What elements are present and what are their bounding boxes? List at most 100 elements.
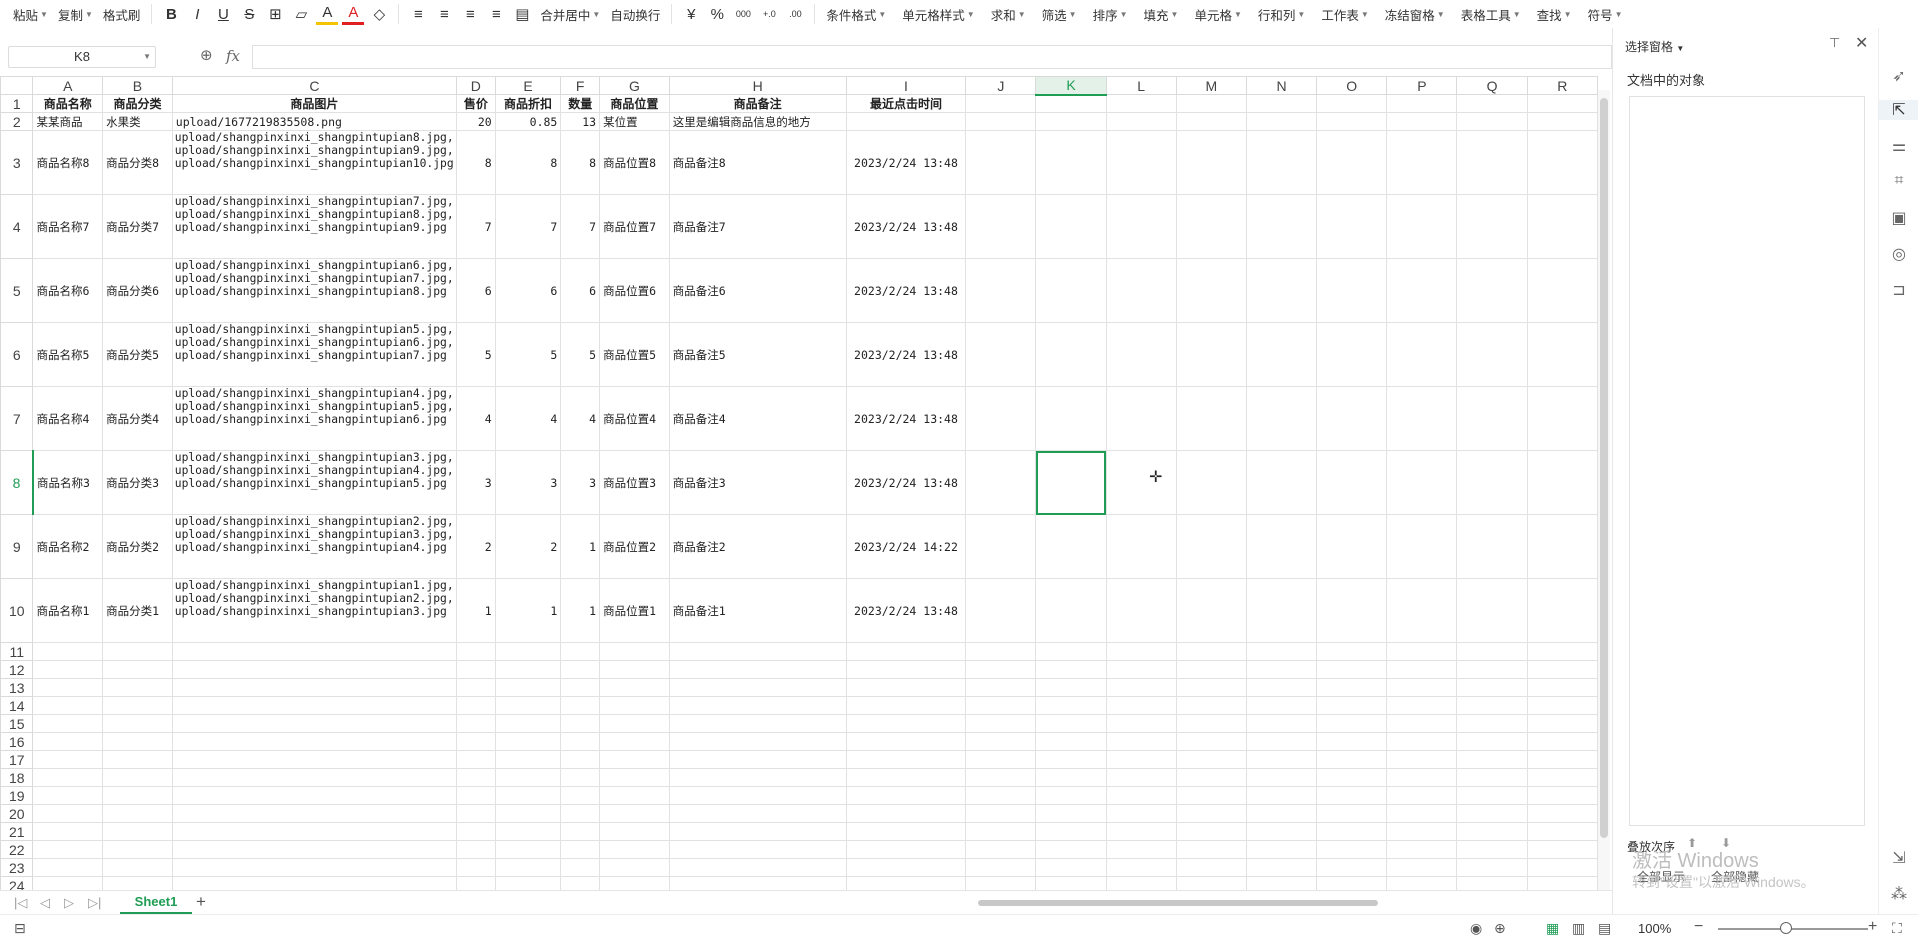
table-cell[interactable] [1526,130,1598,195]
table-cell[interactable] [1175,732,1247,751]
column-header-m[interactable]: M [1175,76,1247,95]
table-cell[interactable] [599,660,670,679]
row-header[interactable]: 8 [0,450,34,515]
table-cell[interactable] [1316,750,1388,769]
next-sheet-icon[interactable]: ▷ [64,895,74,911]
table-cell[interactable] [102,822,173,841]
row-header[interactable]: 5 [0,258,34,323]
table-cell[interactable] [1175,840,1247,859]
table-cell[interactable] [599,876,670,890]
normal-view-icon[interactable]: ▦ [1546,920,1559,937]
table-cell[interactable] [1245,258,1318,323]
table-cell[interactable] [455,786,496,805]
row-header[interactable]: 13 [0,678,34,697]
fill-icon[interactable]: ▱ [290,3,312,25]
table-cell[interactable] [1456,514,1528,579]
row-header[interactable]: 18 [0,768,34,787]
table-cell[interactable]: 2023/2/24 13:48 [845,130,967,195]
column-header-b[interactable]: B [102,76,173,95]
book-icon[interactable]: ⊐ [1879,280,1918,300]
column-header-f[interactable]: F [560,76,601,95]
increase-decimal-icon[interactable]: +.0 [758,3,780,25]
table-cell[interactable] [1035,696,1107,715]
table-cell[interactable] [1386,750,1458,769]
decrease-decimal-icon[interactable]: .00 [784,3,806,25]
table-cell[interactable]: 商品分类6 [102,258,173,323]
table-cell[interactable] [1035,750,1107,769]
add-sheet-button[interactable]: + [196,892,206,912]
table-cell[interactable]: 2023/2/24 13:48 [845,386,967,451]
ribbon-button[interactable]: 填充 ▼ [1139,3,1184,25]
crop-icon[interactable]: ⌗ [1879,172,1918,190]
table-cell[interactable] [1035,804,1107,823]
row-header[interactable]: 20 [0,804,34,823]
table-cell[interactable] [1316,858,1388,877]
table-cell[interactable] [1175,804,1247,823]
table-cell[interactable] [102,732,173,751]
clear-icon[interactable]: ◇ [368,3,390,25]
prev-sheet-icon[interactable]: ◁ [40,895,50,911]
table-cell[interactable] [1035,194,1107,259]
italic-icon[interactable]: I [186,3,208,25]
table-cell[interactable] [1035,322,1107,387]
table-cell[interactable] [171,840,457,859]
table-cell[interactable] [1105,732,1177,751]
table-cell[interactable] [965,714,1037,733]
zoom-formula-icon[interactable]: ⊕ [200,46,213,64]
active-cell[interactable] [1035,450,1107,515]
column-header-n[interactable]: N [1245,76,1318,95]
pin-icon[interactable]: ⊤ [1829,35,1840,51]
table-cell[interactable] [1245,714,1318,733]
table-cell[interactable] [494,660,562,679]
eye-protection-icon[interactable]: ◉ [1470,920,1482,937]
table-cell[interactable] [1105,194,1177,259]
table-cell[interactable] [1175,578,1247,643]
table-cell[interactable] [455,732,496,751]
table-cell[interactable] [1526,804,1598,823]
table-header-cell[interactable] [1105,94,1177,113]
table-cell[interactable] [1456,732,1528,751]
table-cell[interactable] [1386,112,1458,131]
table-cell[interactable]: 商品分类1 [102,578,173,643]
table-cell[interactable]: 某位置 [599,112,670,131]
table-cell[interactable] [1316,112,1388,131]
table-cell[interactable] [171,858,457,877]
table-cell[interactable] [102,804,173,823]
table-cell[interactable] [1386,642,1458,661]
table-cell[interactable] [1316,258,1388,323]
table-cell[interactable] [1316,786,1388,805]
row-header[interactable]: 19 [0,786,34,805]
table-cell[interactable] [845,876,967,890]
table-cell[interactable] [1386,322,1458,387]
table-cell[interactable] [1105,822,1177,841]
table-cell[interactable]: 8 [560,130,601,195]
row-header[interactable]: 6 [0,322,34,387]
table-cell[interactable] [1035,660,1107,679]
table-cell[interactable] [1316,714,1388,733]
table-cell[interactable]: upload/shangpinxinxi_shangpintupian8.jpg… [171,130,457,195]
table-cell[interactable] [1175,678,1247,697]
border-icon[interactable]: ⊞ [264,3,286,25]
table-cell[interactable] [668,804,847,823]
table-cell[interactable] [455,714,496,733]
table-cell[interactable] [1105,840,1177,859]
table-cell[interactable]: upload/shangpinxinxi_shangpintupian4.jpg… [171,386,457,451]
table-cell[interactable] [965,578,1037,643]
table-cell[interactable] [455,804,496,823]
table-cell[interactable] [965,696,1037,715]
table-cell[interactable] [1316,768,1388,787]
table-cell[interactable] [668,822,847,841]
table-cell[interactable] [1175,696,1247,715]
table-cell[interactable] [845,840,967,859]
column-header-o[interactable]: O [1316,76,1388,95]
table-cell[interactable] [1316,130,1388,195]
table-cell[interactable] [455,822,496,841]
table-cell[interactable] [1316,804,1388,823]
underline-icon[interactable]: U [212,3,234,25]
table-cell[interactable] [1105,322,1177,387]
table-cell[interactable] [1386,258,1458,323]
table-cell[interactable]: 商品名称8 [32,130,104,195]
table-cell[interactable] [1526,876,1598,890]
table-cell[interactable] [1526,450,1598,515]
table-cell[interactable] [965,840,1037,859]
